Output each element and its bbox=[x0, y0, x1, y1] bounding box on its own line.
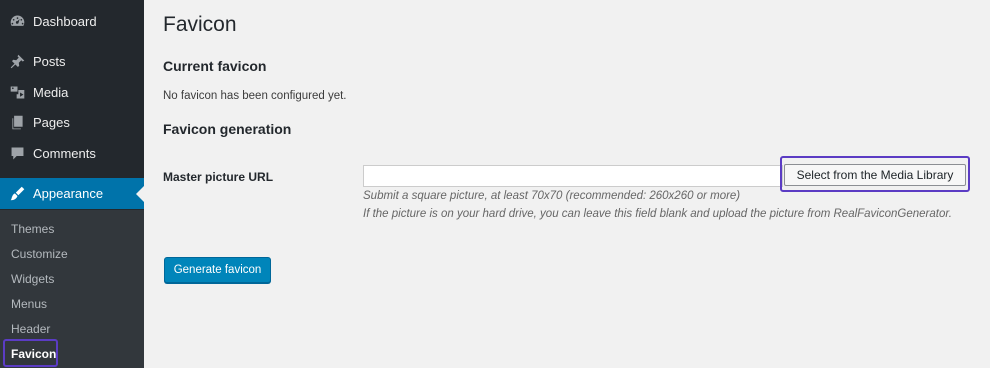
brush-icon bbox=[7, 184, 27, 204]
appearance-submenu: Themes Customize Widgets Menus Header Fa… bbox=[0, 210, 144, 368]
current-menu-arrow bbox=[136, 186, 144, 202]
sidebar-item-dashboard[interactable]: Dashboard bbox=[0, 6, 144, 36]
sidebar-item-media[interactable]: Media bbox=[0, 77, 144, 107]
current-favicon-note: No favicon has been configured yet. bbox=[163, 90, 347, 102]
submenu-item-themes[interactable]: Themes bbox=[0, 217, 144, 241]
sidebar-item-label: Dashboard bbox=[33, 13, 97, 29]
dashboard-icon bbox=[7, 11, 27, 31]
submenu-item-favicon[interactable]: Favicon bbox=[0, 342, 144, 366]
generate-favicon-button[interactable]: Generate favicon bbox=[164, 257, 271, 283]
sidebar-item-posts[interactable]: Posts bbox=[0, 46, 144, 76]
submenu-item-label: Widgets bbox=[11, 272, 55, 286]
sidebar-item-comments[interactable]: Comments bbox=[0, 138, 144, 168]
master-picture-url-input[interactable] bbox=[363, 165, 783, 187]
page-title: Favicon bbox=[163, 13, 237, 36]
submenu-item-label: Favicon bbox=[11, 347, 57, 361]
submenu-item-label: Customize bbox=[11, 247, 68, 261]
admin-sidebar: Dashboard Posts Media Pages Comments App… bbox=[0, 0, 144, 368]
main-content: Favicon Current favicon No favicon has b… bbox=[144, 0, 990, 368]
submenu-item-customize[interactable]: Customize bbox=[0, 242, 144, 266]
select-media-library-button[interactable]: Select from the Media Library bbox=[784, 164, 966, 186]
submenu-item-widgets[interactable]: Widgets bbox=[0, 267, 144, 291]
submenu-item-header[interactable]: Header bbox=[0, 317, 144, 341]
sidebar-item-label: Posts bbox=[33, 53, 66, 69]
pin-icon bbox=[7, 51, 27, 71]
sidebar-item-pages[interactable]: Pages bbox=[0, 107, 144, 137]
sidebar-item-label: Appearance bbox=[33, 186, 104, 201]
comment-icon bbox=[7, 143, 27, 163]
master-picture-label: Master picture URL bbox=[163, 170, 274, 184]
submenu-item-label: Themes bbox=[11, 222, 55, 236]
current-favicon-heading: Current favicon bbox=[163, 58, 267, 74]
submenu-item-menus[interactable]: Menus bbox=[0, 292, 144, 316]
media-icon bbox=[7, 82, 27, 102]
upload-description: If the picture is on your hard drive, yo… bbox=[363, 208, 952, 220]
favicon-generation-heading: Favicon generation bbox=[163, 121, 292, 137]
sidebar-item-appearance[interactable]: Appearance bbox=[0, 178, 144, 209]
pages-icon bbox=[7, 112, 27, 132]
sidebar-item-label: Media bbox=[33, 84, 69, 100]
sidebar-item-label: Comments bbox=[33, 145, 96, 161]
sidebar-item-label: Pages bbox=[33, 114, 70, 130]
submenu-item-label: Menus bbox=[11, 297, 48, 311]
picture-size-description: Submit a square picture, at least 70x70 … bbox=[363, 190, 741, 202]
submenu-item-label: Header bbox=[11, 322, 51, 336]
